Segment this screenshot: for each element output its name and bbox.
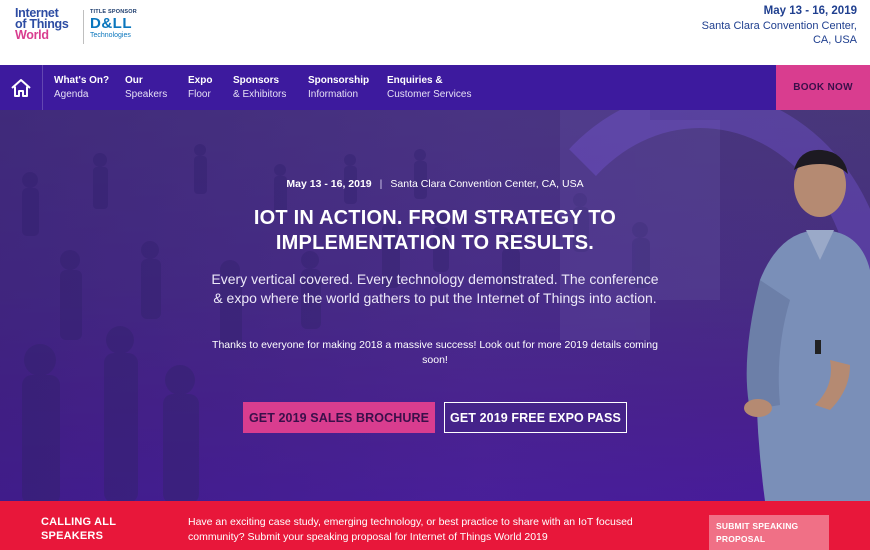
nav-item-sublabel: & Exhibitors (233, 89, 287, 100)
nav-item-label: Enquiries & (387, 75, 443, 86)
hero-date: May 13 - 16, 2019 (286, 178, 372, 190)
cta-heading: CALLING ALL SPEAKERS (41, 515, 116, 543)
call-for-speakers-banner: CALLING ALL SPEAKERS Have an exciting ca… (0, 501, 870, 550)
cta-heading-line-2: SPEAKERS (41, 530, 104, 542)
hero-title-line-2: IMPLEMENTATION TO RESULTS. (275, 232, 595, 254)
nav-item-sponsors[interactable]: Sponsors & Exhibitors (233, 74, 286, 102)
event-date: May 13 - 16, 2019 (763, 5, 857, 17)
nav-item-enquiries[interactable]: Enquiries & Customer Services (387, 74, 471, 102)
home-icon (11, 78, 31, 97)
nav-item-sponsorship[interactable]: Sponsorship Information (308, 74, 369, 102)
nav-item-label: Our (125, 75, 143, 86)
nav-item-sublabel: Floor (188, 89, 211, 100)
nav-item-expo-floor[interactable]: Expo Floor (188, 74, 212, 102)
nav-item-label: Sponsorship (308, 75, 370, 86)
main-nav: What's On? Agenda Our Speakers Expo Floo… (0, 65, 870, 110)
submit-label-line-1: SUBMIT SPEAKING (716, 521, 799, 531)
sponsor-sub: Technologies (90, 32, 131, 39)
event-venue: Santa Clara Convention Center, CA, USA (701, 20, 857, 46)
hero-venue: Santa Clara Convention Center, CA, USA (390, 178, 584, 190)
logo-divider (83, 10, 84, 44)
event-info: May 13 - 16, 2019 Santa Clara Convention… (697, 4, 857, 47)
nav-item-label: What's On? (54, 75, 110, 86)
iot-world-logo[interactable]: Internet of Things World (15, 7, 85, 42)
hero-title: IOT IN ACTION. FROM STRATEGY TO IMPLEMEN… (0, 206, 870, 256)
get-sales-brochure-button[interactable]: GET 2019 SALES BROCHURE (243, 402, 435, 433)
hero-banner: May 13 - 16, 2019 | Santa Clara Convention… (0, 110, 870, 501)
site-header: Internet of Things World TITLE SPONSOR D… (0, 0, 870, 65)
nav-item-whats-on[interactable]: What's On? Agenda (54, 74, 109, 102)
nav-item-label: Expo (188, 75, 213, 86)
nav-item-speakers[interactable]: Our Speakers (125, 74, 167, 102)
get-expo-pass-button[interactable]: GET 2019 FREE EXPO PASS (444, 402, 627, 433)
cta-text: Have an exciting case study, emerging te… (188, 516, 633, 543)
cta-heading-line-1: CALLING ALL (41, 516, 117, 528)
sponsor-brand: D&LL (90, 15, 132, 32)
hero-description: Every vertical covered. Every technology… (211, 271, 659, 306)
hero-note: Thanks to everyone for making 2018 a mas… (212, 339, 658, 366)
hero-meta: May 13 - 16, 2019 | Santa Clara Convention… (0, 178, 870, 190)
submit-speaking-proposal-button[interactable]: SUBMIT SPEAKING PROPOSAL (709, 515, 829, 550)
hero-title-line-1: IOT IN ACTION. FROM STRATEGY TO (253, 207, 617, 229)
nav-item-sublabel: Customer Services (387, 89, 472, 100)
nav-item-label: Sponsors (233, 75, 280, 86)
book-now-button[interactable]: BOOK NOW (776, 65, 870, 110)
nav-item-sublabel: Information (308, 89, 359, 100)
title-sponsor[interactable]: TITLE SPONSOR D&LL Technologies (90, 9, 137, 40)
submit-label-line-2: PROPOSAL (716, 534, 766, 544)
nav-item-sublabel: Speakers (125, 89, 168, 100)
nav-item-sublabel: Agenda (54, 89, 89, 100)
home-button[interactable] (0, 65, 43, 110)
hero-separator: | (379, 178, 383, 190)
logo-line-3: World (15, 28, 49, 42)
